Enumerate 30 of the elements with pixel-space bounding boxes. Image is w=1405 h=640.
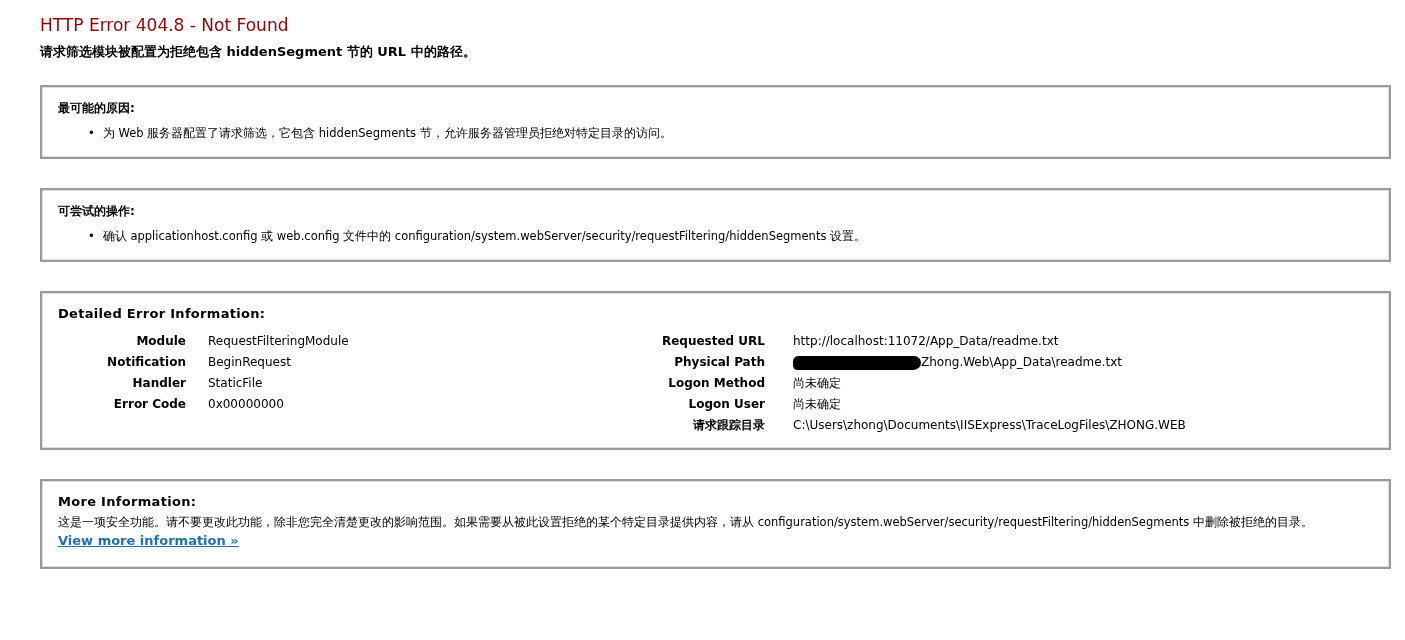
field-label: Logon User bbox=[688, 396, 765, 413]
field-label: Logon Method bbox=[668, 375, 765, 392]
bullet: • bbox=[88, 125, 95, 141]
section-heading: 可尝试的操作: bbox=[58, 203, 135, 220]
error-summary: 请求筛选模块被配置为拒绝包含 hiddenSegment 节的 URL 中的路径。 bbox=[40, 43, 476, 61]
info-paragraph: 这是一项安全功能。请不要更改此功能，除非您完全清楚更改的影响范围。如果需要从被此设置拒绝的某个特定目录提供内容，请从 configuration/system.webServer/security/requestFiltering/hiddenSegments 中删除被拒绝的目录。 bbox=[58, 515, 1313, 530]
section-heading: 最可能的原因: bbox=[58, 100, 135, 117]
field-value: 0x00000000 bbox=[208, 396, 284, 413]
field-value: C:\Users\zhong\Documents\IISExpress\TraceLogFiles\ZHONG.WEB bbox=[793, 417, 1186, 434]
error-title: HTTP Error 404.8 - Not Found bbox=[40, 14, 289, 37]
field-value: 尚未确定 bbox=[793, 375, 841, 392]
field-label: Physical Path bbox=[674, 354, 765, 371]
field-label: Notification bbox=[107, 354, 186, 371]
field-value: Zhong.Web\App_Data\readme.txt bbox=[921, 354, 1122, 371]
list-item: 为 Web 服务器配置了请求筛选，它包含 hiddenSegments 节，允许服务器管理员拒绝对特定目录的访问。 bbox=[102, 125, 672, 141]
field-value: BeginRequest bbox=[208, 354, 291, 371]
field-label: Module bbox=[136, 333, 186, 350]
field-label: Requested URL bbox=[661, 333, 765, 350]
field-value: http://localhost:11072/App_Data/readme.txt bbox=[793, 333, 1059, 350]
field-label: 请求跟踪目录 bbox=[693, 417, 765, 434]
section-heading: Detailed Error Information: bbox=[58, 305, 266, 323]
field-value: 尚未确定 bbox=[793, 396, 841, 413]
list-item: 确认 applicationhost.config 或 web.config 文件中的 configuration/system.webServer/security/requestFiltering/hiddenSegments 设置。 bbox=[102, 228, 867, 244]
field-label: Handler bbox=[132, 375, 186, 392]
field-value: RequestFilteringModule bbox=[208, 333, 349, 350]
field-label: Error Code bbox=[113, 396, 186, 413]
section-heading: More Information: bbox=[58, 493, 197, 511]
field-value: StaticFile bbox=[208, 375, 263, 392]
more-info-link[interactable]: View more information » bbox=[58, 533, 239, 548]
bullet: • bbox=[88, 228, 95, 244]
